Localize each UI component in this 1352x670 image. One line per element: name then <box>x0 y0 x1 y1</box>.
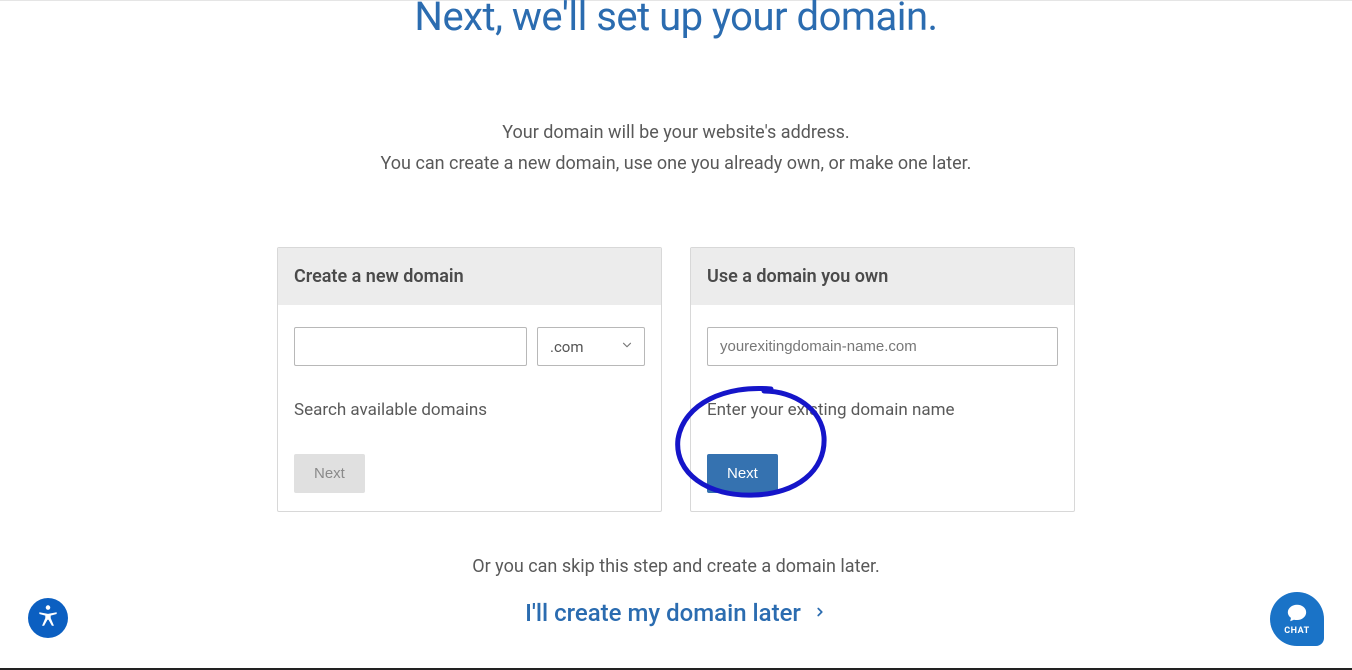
page-title: Next, we'll set up your domain. <box>414 0 937 40</box>
card-own-domain: Use a domain you own Enter your existing… <box>690 247 1075 512</box>
own-helper-text: Enter your existing domain name <box>707 400 1058 420</box>
card-create-domain-title: Create a new domain <box>278 248 661 305</box>
tld-selected-value: .com <box>550 338 584 356</box>
subtitle-line-1: Your domain will be your website's addre… <box>381 118 972 149</box>
chat-icon <box>1286 602 1308 628</box>
own-next-button[interactable]: Next <box>707 454 778 493</box>
create-next-button[interactable]: Next <box>294 454 365 493</box>
new-domain-input[interactable] <box>294 327 527 366</box>
skip-link[interactable]: I'll create my domain later <box>525 599 827 627</box>
chevron-right-icon <box>813 599 827 627</box>
card-own-domain-title: Use a domain you own <box>691 248 1074 305</box>
chat-button[interactable]: CHAT <box>1270 592 1324 646</box>
page-subtitle: Your domain will be your website's addre… <box>381 118 972 179</box>
card-create-domain: Create a new domain .com Search availabl… <box>277 247 662 512</box>
create-helper-text: Search available domains <box>294 400 645 420</box>
skip-link-label: I'll create my domain later <box>525 599 801 627</box>
tld-select[interactable]: .com <box>537 327 645 366</box>
existing-domain-input[interactable] <box>707 327 1058 366</box>
cards-row: Create a new domain .com Search availabl… <box>277 247 1075 512</box>
accessibility-icon <box>35 603 61 633</box>
subtitle-line-2: You can create a new domain, use one you… <box>381 149 972 180</box>
accessibility-button[interactable] <box>28 598 68 638</box>
skip-text: Or you can skip this step and create a d… <box>472 556 880 577</box>
chat-label: CHAT <box>1284 626 1309 636</box>
chevron-down-icon <box>620 338 634 356</box>
